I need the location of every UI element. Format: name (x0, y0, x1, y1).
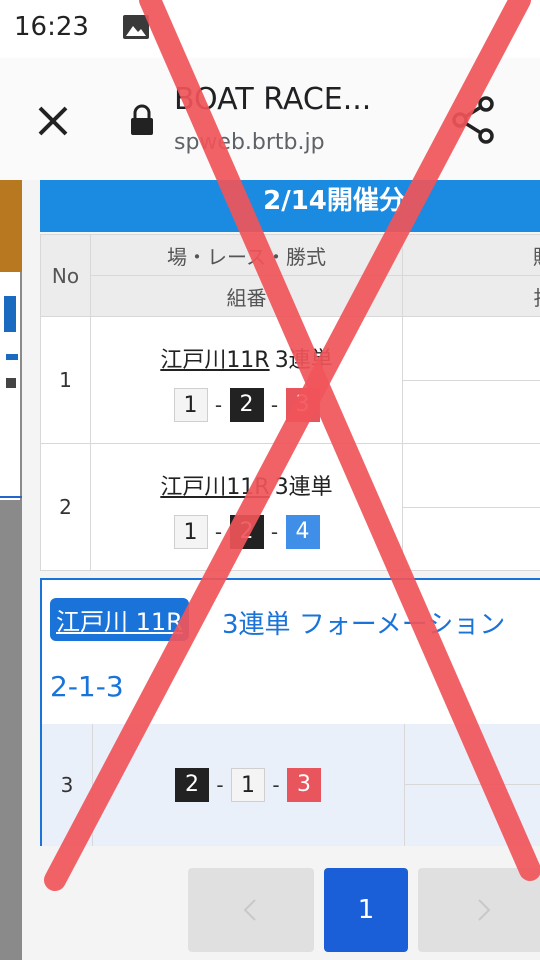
table-row: 3 2 - 1 - 3 (42, 724, 540, 846)
chevron-left-icon (243, 899, 256, 921)
boat-number: 1 (173, 515, 208, 549)
browser-toolbar: BOAT RACE... spweb.brtb.jp (0, 58, 540, 180)
separator: - (214, 520, 223, 544)
formation-bet-type: 3連単 フォーメーション (222, 610, 506, 640)
row-number: 1 (40, 316, 91, 444)
race-link[interactable]: 江戸川11R (160, 342, 269, 374)
next-page-button[interactable] (418, 868, 540, 952)
formation-combo-text: 2-1-3 (50, 670, 124, 703)
boat-number: 2 (175, 768, 209, 802)
page-title: BOAT RACE... (174, 82, 372, 117)
boat-combination: 1 - 2 - 3 (91, 388, 402, 422)
boat-number: 4 (285, 515, 320, 549)
payout-cell (402, 506, 540, 571)
panel-header: 2/14開催分 (40, 180, 540, 232)
background-banner (0, 180, 22, 272)
col-header-venue: 場・レース・勝式 (90, 234, 403, 276)
boat-number: 1 (231, 768, 265, 802)
status-bar: 16:23 (0, 0, 540, 58)
col-header-combination: 組番 (90, 275, 403, 317)
separator: - (270, 393, 279, 417)
background-heading-fragment (4, 296, 16, 332)
chevron-right-icon (478, 899, 491, 921)
row-bet-cell: 江戸川11R 3連単 1 - 2 - 4 (90, 443, 403, 571)
background-text-fragment (6, 378, 16, 388)
boat-number: 2 (229, 515, 264, 549)
separator: - (216, 773, 224, 797)
formation-summary: 江戸川 11R 3連単 フォーメーション 2-1-3 (42, 580, 540, 724)
race-link[interactable]: 江戸川11R (160, 469, 269, 501)
separator: - (272, 773, 280, 797)
col-header-no: No (40, 234, 91, 317)
lock-icon (131, 104, 153, 135)
formation-block: 江戸川 11R 3連単 フォーメーション 2-1-3 3 2 - 1 - 3 (40, 578, 540, 846)
purchase-cell (402, 443, 540, 508)
boat-number: 3 (287, 768, 321, 802)
row-bet-cell: 江戸川11R 3連単 1 - 2 - 3 (90, 316, 403, 444)
boat-number: 2 (229, 388, 264, 422)
bet-type: 3連単 (274, 475, 333, 500)
row-number: 2 (40, 443, 91, 571)
col-header-payout: 払戻 (402, 275, 540, 317)
boat-number: 1 (173, 388, 208, 422)
table-row: 1 江戸川11R 3連単 1 - 2 - 3 (40, 316, 540, 444)
row-number: 3 (42, 724, 93, 846)
boat-number: 3 (285, 388, 320, 422)
share-icon[interactable] (448, 94, 498, 146)
purchase-cell (402, 316, 540, 381)
row-divider (404, 784, 540, 785)
close-icon[interactable] (30, 98, 76, 144)
separator: - (214, 393, 223, 417)
status-time: 16:23 (14, 12, 89, 42)
separator: - (270, 520, 279, 544)
row-bet-cell: 2 - 1 - 3 (92, 724, 405, 846)
table-row: 2 江戸川11R 3連単 1 - 2 - 4 (40, 443, 540, 571)
prev-page-button[interactable] (188, 868, 314, 952)
boat-combination: 1 - 2 - 4 (91, 515, 402, 549)
formation-race-tag[interactable]: 江戸川 11R (50, 598, 189, 641)
boat-combination: 2 - 1 - 3 (92, 768, 404, 802)
page-url: spweb.brtb.jp (174, 130, 325, 155)
panel-header-title: 2/14開催分 (263, 186, 405, 216)
results-table: No 場・レース・勝式 購入 組番 払戻 1 江戸川11R 3連単 1 - 2 … (40, 234, 540, 571)
image-notification-icon (123, 15, 149, 39)
background-underline-fragment (6, 354, 18, 360)
col-header-purchase: 購入 (402, 234, 540, 276)
payout-cell (402, 379, 540, 444)
current-page-button[interactable]: 1 (324, 868, 408, 952)
background-divider (0, 496, 22, 498)
bet-type: 3連単 (274, 348, 333, 373)
